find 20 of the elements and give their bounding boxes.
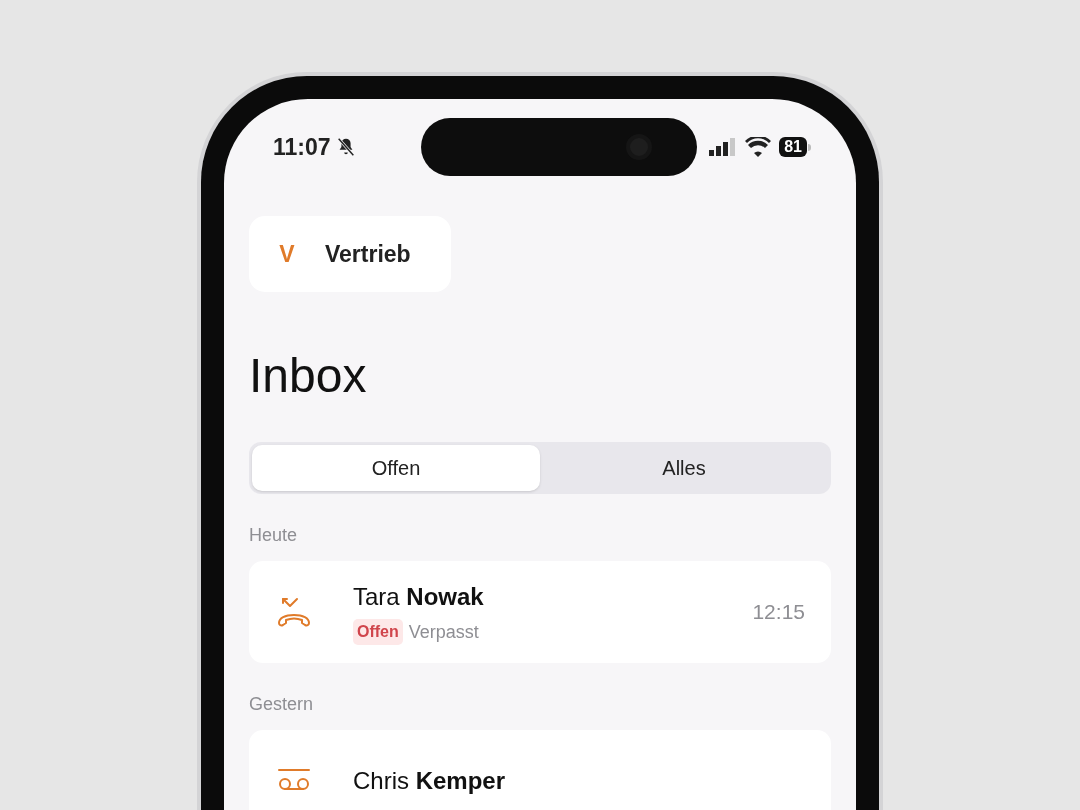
call-card[interactable]: Chris Kemper bbox=[249, 730, 831, 810]
battery-tip-icon bbox=[808, 143, 811, 151]
battery-level: 81 bbox=[779, 137, 807, 157]
caller-name: Tara Nowak bbox=[353, 581, 484, 612]
team-name: Vertrieb bbox=[325, 239, 411, 269]
team-switcher[interactable]: V Vertrieb bbox=[249, 216, 451, 292]
call-status: Verpasst bbox=[408, 620, 479, 644]
segment-tab[interactable]: Offen bbox=[252, 445, 540, 491]
wifi-icon bbox=[745, 137, 772, 157]
section-heading: Heute bbox=[249, 524, 299, 547]
caller-name: Chris Kemper bbox=[353, 766, 506, 796]
segment-tab[interactable]: Alles bbox=[540, 445, 828, 491]
call-time: 12:15 bbox=[752, 599, 805, 626]
page-title: Inbox bbox=[249, 348, 368, 404]
status-badge: Offen bbox=[353, 619, 403, 645]
call-card[interactable]: Tara Nowak Offen Verpasst 12:15 bbox=[249, 561, 831, 663]
section-heading: Gestern bbox=[249, 693, 315, 716]
signal-icon bbox=[709, 138, 738, 156]
status-time: 11:07 bbox=[273, 132, 331, 162]
team-initial: V bbox=[278, 239, 296, 269]
